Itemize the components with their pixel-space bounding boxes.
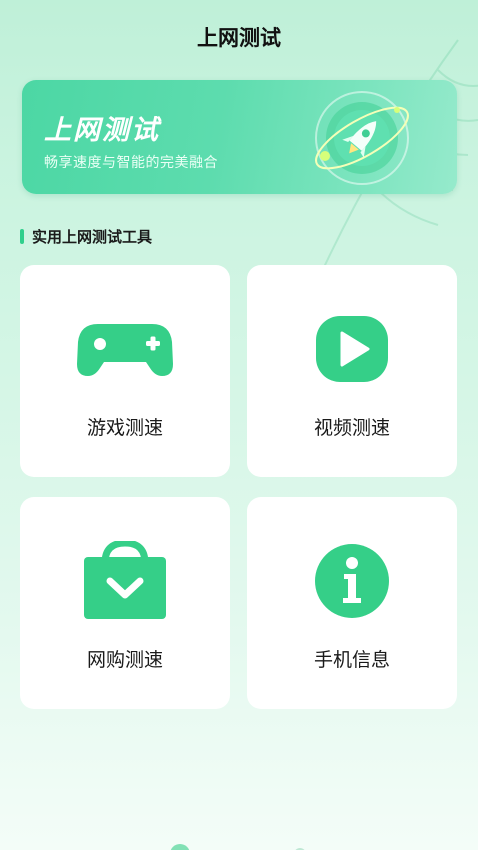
rocket-icon — [315, 91, 409, 185]
section-title: 实用上网测试工具 — [32, 228, 153, 246]
hero-banner[interactable]: 上网测试 畅享速度与智能的完美融合 — [22, 80, 457, 194]
shopping-speed-test-card[interactable]: 网购测速 — [20, 497, 230, 709]
gamepad-icon — [77, 324, 173, 376]
section-accent-bar — [20, 229, 24, 244]
shopping-bag-icon — [84, 541, 166, 619]
section-header: 实用上网测试工具 — [20, 226, 152, 247]
phone-info-card[interactable]: 手机信息 — [247, 497, 457, 709]
card-label: 手机信息 — [313, 649, 390, 671]
card-label: 游戏测速 — [86, 417, 163, 439]
card-label: 网购测速 — [86, 649, 163, 671]
game-speed-test-card[interactable]: 游戏测速 — [20, 265, 230, 477]
play-icon — [316, 316, 388, 382]
video-speed-test-card[interactable]: 视频测速 — [247, 265, 457, 477]
banner-title: 上网测试 — [44, 115, 160, 146]
banner-subtitle: 畅享速度与智能的完美融合 — [44, 155, 218, 171]
card-label: 视频测速 — [313, 417, 390, 439]
info-icon — [315, 544, 389, 618]
tab-bar-edge — [170, 844, 305, 850]
